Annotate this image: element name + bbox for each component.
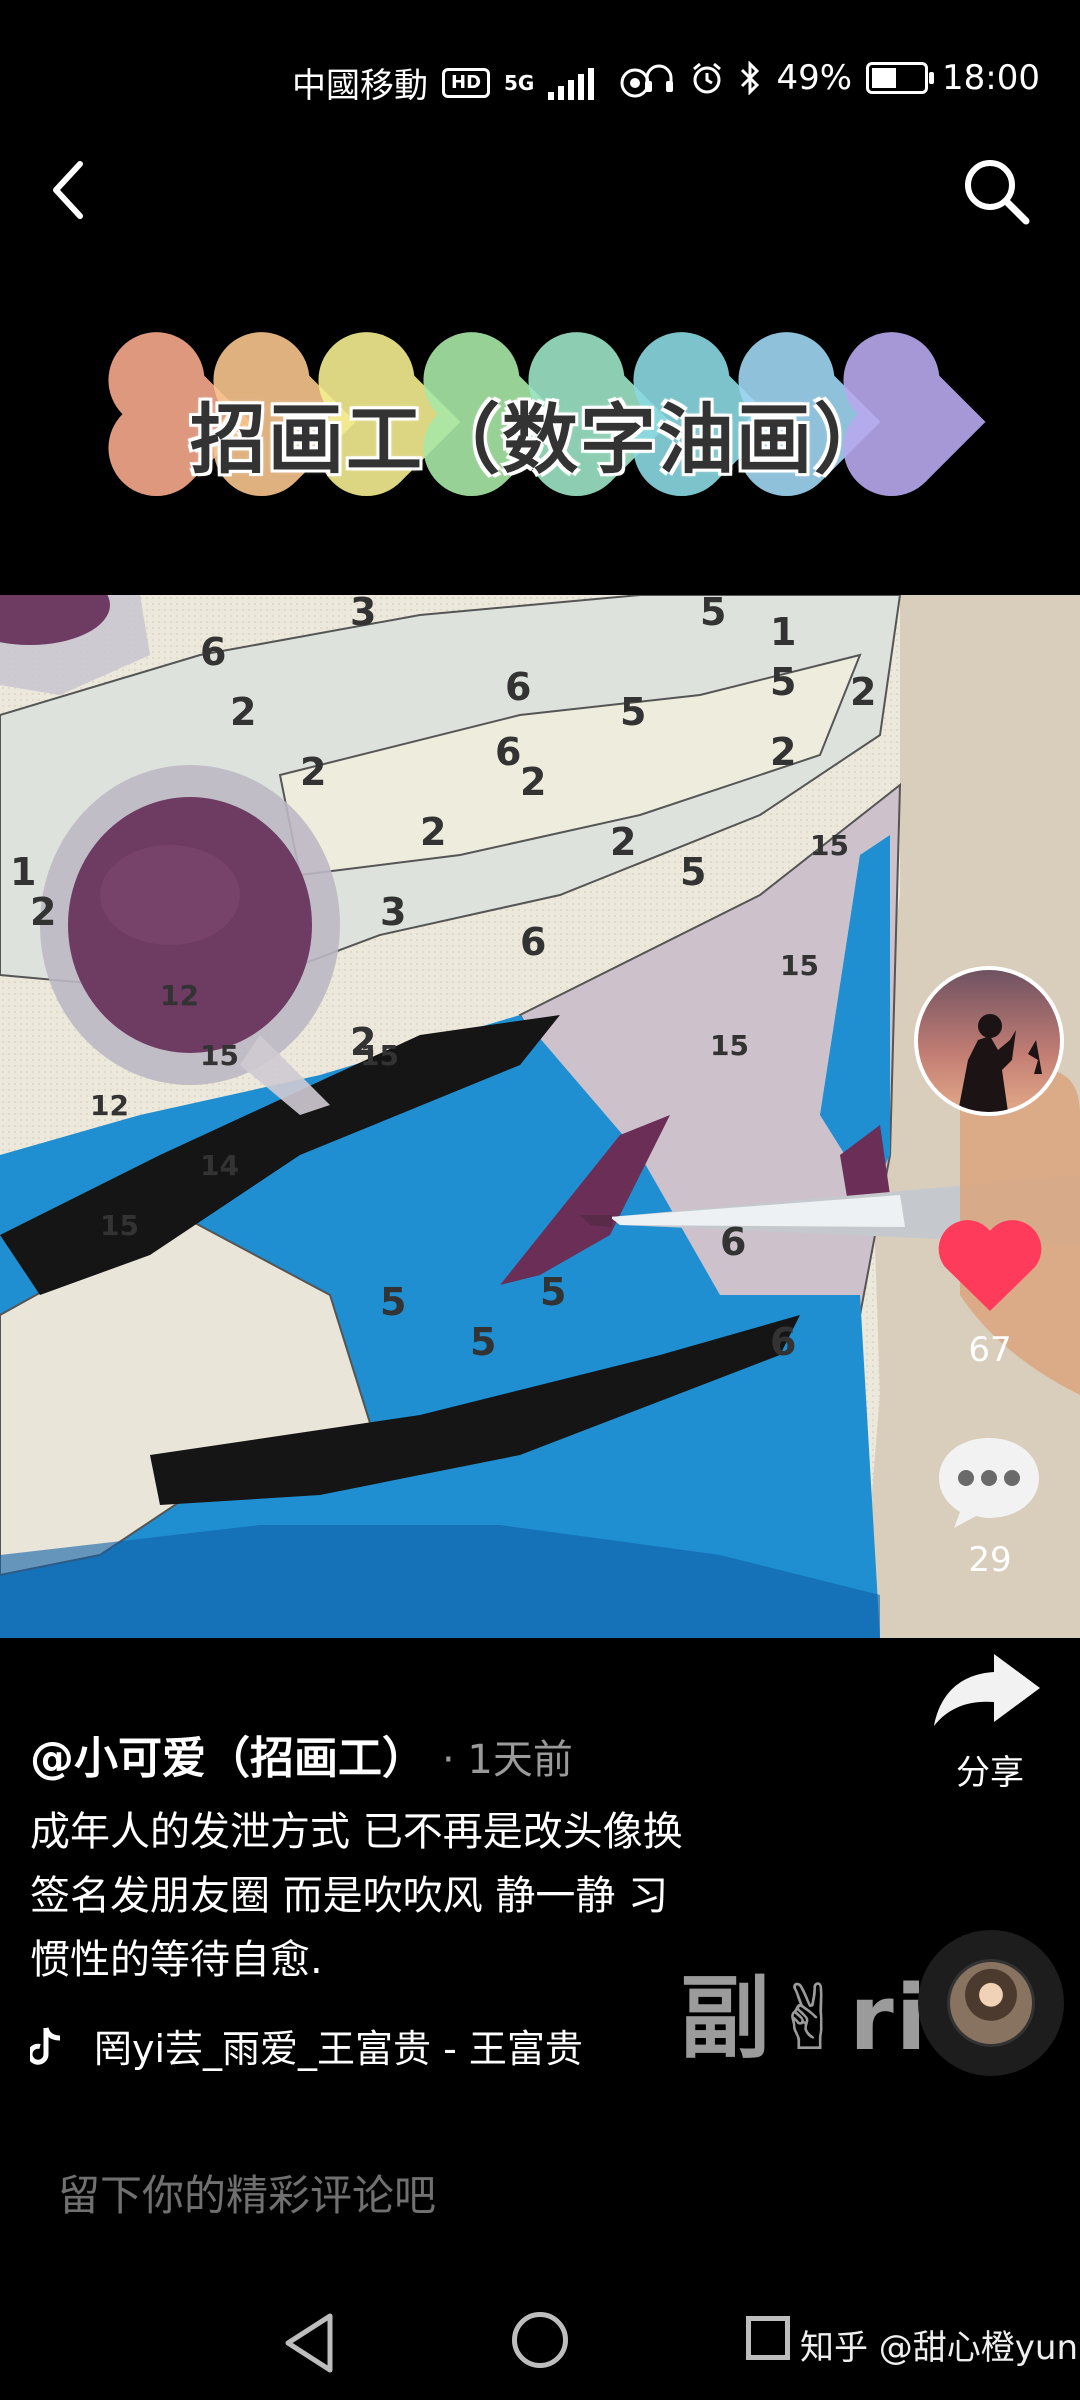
canvas-number: 15 (780, 949, 819, 982)
author-avatar[interactable] (914, 966, 1064, 1116)
canvas-number: 12 (90, 1089, 129, 1122)
bluetooth-icon (741, 61, 760, 95)
watermark: 知乎 @甜心橙yun (800, 2328, 1079, 2368)
nav-home-icon[interactable] (512, 2312, 568, 2368)
battery-icon (866, 62, 935, 94)
canvas-number: 2 (850, 670, 876, 714)
comment-icon[interactable] (934, 1430, 1044, 1530)
author-line: @小可爱（招画工） · 1天前 (30, 1722, 573, 1786)
post-caption: 成年人的发泄方式 已不再是改头像换 签名发朋友圈 而是吹吹风 静一静 习 惯性的… (30, 1800, 790, 1992)
canvas-number: 14 (200, 1149, 239, 1182)
canvas-number: 5 (680, 850, 706, 894)
hd-icon: HD (442, 67, 491, 98)
comment-input[interactable] (28, 2160, 1052, 2230)
status-bar: 中國移動 HD 5G 49% 18:00 (0, 0, 1080, 160)
canvas-number: 6 (495, 730, 521, 774)
title-banner: 招画工（数字油画） (120, 340, 986, 510)
video-title: 招画工（数字油画） (190, 395, 892, 484)
canvas-number: 12 (160, 979, 199, 1012)
share-icon[interactable] (932, 1650, 1042, 1730)
nav-recent-icon[interactable] (746, 2316, 790, 2360)
canvas-number: 6 (520, 920, 546, 964)
music-sticker: 副✌ri (680, 1966, 929, 2071)
alarm-icon (693, 62, 722, 94)
video-frame[interactable]: 3 6 2 6 2 6 5 5 1 5 2 2 2 2 5 2 6 3 2 15 15 15 12 15 15 12 14 15 6 5 5… (0, 595, 1080, 1638)
canvas-number: 5 (770, 660, 796, 704)
paint-by-number-canvas: 36262 655 15 2222526321515151215 15121415 65 5… (0, 595, 1080, 1638)
music-disc[interactable] (918, 1930, 1064, 2076)
music-title: 罔yi芸_雨爱_王富贵 - 王富贵 (94, 2027, 583, 2071)
canvas-number: 1 (10, 850, 36, 894)
post-time: · 1天前 (442, 1737, 573, 1783)
canvas-number: 2 (230, 690, 256, 734)
caption-line: 惯性的等待自愈. (30, 1937, 323, 1983)
canvas-number: 6 (200, 630, 226, 674)
canvas-number: 6 (720, 1220, 746, 1264)
canvas-number: 2 (610, 820, 636, 864)
canvas-number: 2 (520, 760, 546, 804)
canvas-number: 15 (810, 829, 849, 862)
search-icon[interactable] (960, 155, 1032, 227)
canvas-number: 15 (360, 1039, 399, 1072)
music-disc-cover (947, 1959, 1035, 2047)
avatar-silhouette (958, 1014, 1042, 1112)
author-name[interactable]: @小可爱（招画工） (30, 1722, 426, 1786)
canvas-number: 6 (505, 665, 531, 709)
canvas-number: 2 (300, 750, 326, 794)
canvas-number: 2 (770, 730, 796, 774)
music-note-icon (30, 2026, 61, 2065)
nav-back-icon[interactable] (280, 2310, 340, 2376)
canvas-number: 6 (770, 1320, 796, 1364)
canvas-number: 5 (620, 690, 646, 734)
canvas-number: 15 (100, 1209, 139, 1242)
comment-count: 29 (968, 1540, 1012, 1580)
canvas-number: 5 (470, 1320, 496, 1364)
battery-percent: 49% (776, 58, 853, 98)
like-icon[interactable] (935, 1215, 1045, 1315)
status-right: 49% 18:00 (642, 58, 1040, 98)
headphones-icon (645, 64, 674, 92)
caption-line: 成年人的发泄方式 已不再是改头像换 (30, 1809, 683, 1855)
signal-icon (548, 66, 604, 100)
carrier-label: 中國移動 (292, 66, 428, 106)
canvas-number: 3 (350, 595, 376, 634)
canvas-number: 15 (200, 1039, 239, 1072)
share-label: 分享 (956, 1753, 1024, 1793)
canvas-number: 3 (380, 890, 406, 934)
canvas-number: 15 (710, 1029, 749, 1062)
back-icon[interactable] (40, 150, 100, 230)
canvas-number: 5 (540, 1270, 566, 1314)
like-count: 67 (968, 1330, 1012, 1370)
status-left: 中國移動 HD 5G (292, 58, 652, 107)
caption-line: 签名发朋友圈 而是吹吹风 静一静 习 (30, 1873, 669, 1919)
canvas-number: 5 (700, 595, 726, 634)
canvas-number: 1 (770, 610, 796, 654)
canvas-number: 2 (420, 810, 446, 854)
network-label: 5G (504, 70, 535, 95)
music-line[interactable]: 罔yi芸_雨爱_王富贵 - 王富贵 (30, 2018, 583, 2073)
canvas-number: 5 (380, 1280, 406, 1324)
canvas-number: 2 (30, 890, 56, 934)
clock: 18:00 (942, 58, 1040, 98)
